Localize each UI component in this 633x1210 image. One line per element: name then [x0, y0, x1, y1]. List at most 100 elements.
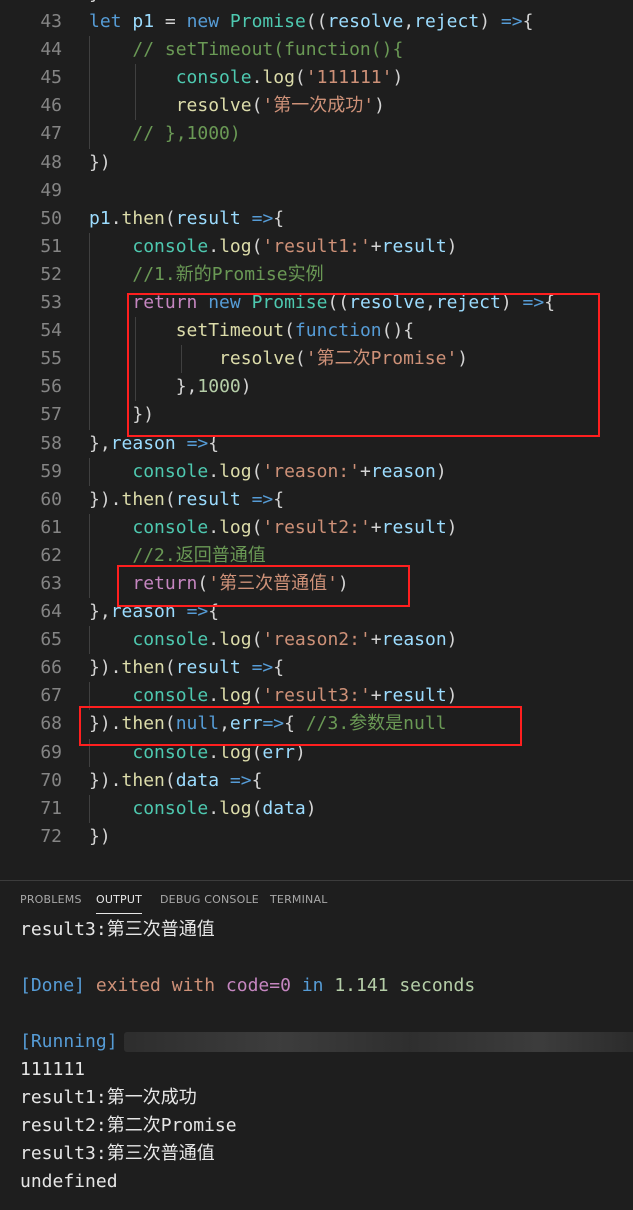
code-line[interactable]: 47 // },1000): [0, 120, 633, 149]
line-number: 51: [40, 235, 62, 257]
tab-terminal[interactable]: TERMINAL: [270, 893, 328, 906]
code-line[interactable]: 46 resolve('第一次成功'): [0, 92, 633, 121]
code-token: =>: [251, 657, 274, 679]
output-line: result3:第三次普通值: [20, 919, 215, 940]
output-line: result3:第三次普通值: [20, 1143, 215, 1164]
tab-debug-console[interactable]: DEBUG CONSOLE: [160, 893, 259, 906]
code-token: result: [175, 657, 241, 679]
done-with: with: [171, 975, 226, 996]
done-exited: exited: [85, 975, 172, 996]
code-line[interactable]: 44 // setTimeout(function(){: [0, 36, 633, 65]
code-line[interactable]: 43 let p1 = new Promise((resolve,reject) …: [0, 8, 633, 36]
line-source: console.log('reason2:'+reason): [89, 626, 457, 654]
code-line[interactable]: 48}): [0, 149, 633, 177]
code-token: result: [381, 516, 447, 538]
line-source: }): [89, 823, 111, 851]
tab-problems[interactable]: PROBLEMS: [20, 893, 82, 906]
code-line[interactable]: 51 console.log('result1:'+result): [0, 232, 633, 261]
output-done-line: [Done] exited with code=0 in 1.141 secon…: [20, 972, 475, 1000]
line-number: 54: [40, 320, 62, 342]
code-line[interactable]: 60}).then(result =>{: [0, 486, 633, 514]
line-source: resolve('第一次成功'): [89, 92, 385, 120]
code-line[interactable]: 49: [0, 177, 633, 205]
line-number: 71: [40, 797, 62, 819]
code-token: Promise: [229, 11, 306, 33]
code-token: =: [154, 11, 187, 33]
line-number: 46: [40, 95, 62, 117]
code-token: .: [208, 685, 220, 707]
code-token: ): [435, 460, 447, 482]
code-token: (: [251, 685, 263, 707]
line-source: // },1000): [89, 120, 241, 148]
line-number: 66: [40, 657, 62, 679]
line-number: 58: [40, 432, 62, 454]
code-token: console: [132, 516, 209, 538]
code-token: console: [132, 629, 209, 651]
code-token: .: [208, 460, 220, 482]
line-source: console.log('result1:'+result): [89, 233, 458, 261]
code-line[interactable]: 70}).then(data =>{: [0, 767, 633, 795]
line-source: p1.then(result =>{: [89, 205, 284, 233]
line-source: }: [89, 0, 100, 8]
code-line[interactable]: 65 console.log('reason2:'+reason): [0, 626, 633, 655]
code-token: console: [132, 685, 209, 707]
code-token: log: [219, 516, 252, 538]
output-panel[interactable]: result3:第三次普通值 [Done] exited with code=0…: [0, 916, 633, 1210]
line-number: 65: [40, 629, 62, 651]
code-line[interactable]: 66}).then(result =>{: [0, 654, 633, 682]
code-token: ): [446, 235, 458, 257]
code-token: // },1000): [132, 123, 241, 145]
code-line[interactable]: 45 console.log('111111'): [0, 64, 633, 93]
code-token: ): [374, 95, 385, 117]
code-token: log: [219, 235, 252, 257]
line-number: 53: [40, 292, 62, 314]
output-line: undefined: [20, 1171, 118, 1192]
line-number: 47: [40, 123, 62, 145]
code-token: ((: [305, 11, 328, 33]
code-line[interactable]: 52 //1.新的Promise实例: [0, 260, 633, 290]
line-number: 49: [40, 179, 62, 201]
code-line[interactable]: 61 console.log('result2:'+result): [0, 513, 633, 542]
code-token: console: [132, 797, 209, 819]
code-line[interactable]: 59 console.log('reason:'+reason): [0, 457, 633, 486]
code-token: log: [262, 67, 295, 89]
code-token: 'reason:': [262, 460, 360, 482]
code-token: (: [251, 516, 263, 538]
code-token: (: [251, 797, 263, 819]
code-token: result: [381, 685, 447, 707]
code-token: 'result1:': [262, 235, 371, 257]
done-tag: [Done]: [20, 975, 86, 996]
redacted-path: [123, 1032, 633, 1052]
running-tag: [Running]: [20, 1031, 118, 1052]
code-line[interactable]: 42}: [0, 0, 633, 8]
tab-output[interactable]: OUTPUT: [96, 893, 143, 914]
code-editor[interactable]: 42}43let p1 = new Promise((resolve,rejec…: [0, 0, 633, 880]
code-line[interactable]: 50 p1.then(result =>{: [0, 205, 633, 233]
code-token: .: [251, 67, 263, 89]
code-token: new: [186, 11, 230, 33]
code-token: ): [446, 516, 458, 538]
code-token: log: [219, 460, 252, 482]
code-line[interactable]: 72}): [0, 823, 633, 851]
code-token: =>: [251, 207, 274, 229]
code-token: (: [251, 629, 263, 651]
code-token: (: [294, 67, 306, 89]
code-token: resolve: [327, 11, 404, 33]
line-number: 59: [40, 460, 62, 482]
code-token: ): [392, 67, 404, 89]
line-number: 69: [40, 741, 62, 763]
code-token: then: [121, 488, 165, 510]
line-number: 63: [40, 572, 62, 594]
code-token: }).: [89, 769, 122, 791]
code-token: .: [208, 797, 220, 819]
code-token: ,: [403, 11, 415, 33]
code-token: }).: [89, 488, 122, 510]
code-token: p1: [89, 207, 111, 229]
code-token: (: [251, 460, 263, 482]
code-token: {: [251, 769, 263, 791]
code-line[interactable]: 71 console.log(data): [0, 794, 633, 823]
line-number: 52: [40, 263, 62, 285]
